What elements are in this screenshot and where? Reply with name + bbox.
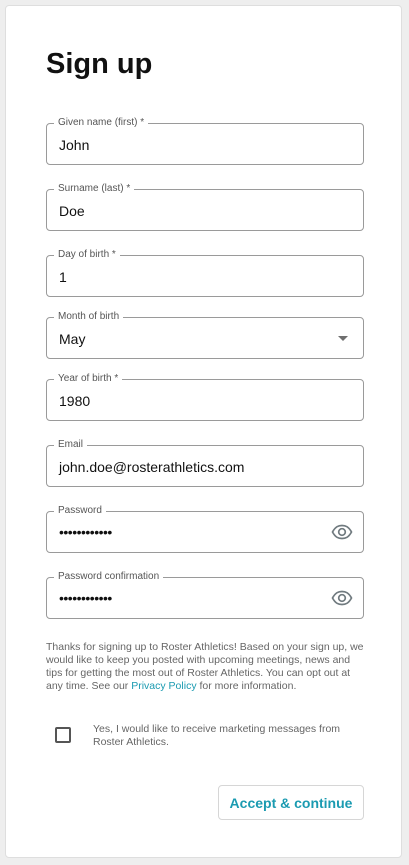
surname-field[interactable]: Surname (last) * Doe xyxy=(46,182,364,231)
month-of-birth-label: Month of birth xyxy=(54,310,124,324)
surname-label: Surname (last) * xyxy=(54,182,135,196)
password-confirmation-value: •••••••••••• xyxy=(59,590,112,606)
given-name-field[interactable]: Given name (first) * John xyxy=(46,116,364,165)
year-of-birth-value: 1980 xyxy=(59,393,91,409)
password-label: Password xyxy=(54,504,106,518)
privacy-policy-link[interactable]: Privacy Policy xyxy=(131,680,196,692)
privacy-notice: Thanks for signing up to Roster Athletic… xyxy=(46,641,366,693)
password-confirmation-label: Password confirmation xyxy=(54,570,164,584)
given-name-label: Given name (first) * xyxy=(54,116,149,130)
year-of-birth-field[interactable]: Year of birth * 1980 xyxy=(46,372,364,421)
notice-text-after: for more information. xyxy=(196,680,297,692)
password-value: •••••••••••• xyxy=(59,524,112,540)
password-field[interactable]: Password •••••••••••• xyxy=(46,504,364,553)
marketing-checkbox-label[interactable]: Yes, I would like to receive marketing m… xyxy=(93,723,363,749)
eye-icon[interactable] xyxy=(331,522,353,542)
marketing-checkbox[interactable] xyxy=(55,727,71,743)
surname-value: Doe xyxy=(59,203,85,219)
month-of-birth-select[interactable]: Month of birth May xyxy=(46,310,364,359)
day-of-birth-field[interactable]: Day of birth * 1 xyxy=(46,248,364,297)
signup-card: Sign up Given name (first) * John Surnam… xyxy=(5,5,402,858)
accept-continue-button[interactable]: Accept & continue xyxy=(218,785,364,820)
email-label: Email xyxy=(54,438,88,452)
day-of-birth-label: Day of birth * xyxy=(54,248,120,262)
email-field[interactable]: Email john.doe@rosterathletics.com xyxy=(46,438,364,487)
given-name-value: John xyxy=(59,137,90,153)
year-of-birth-label: Year of birth * xyxy=(54,372,123,386)
password-confirmation-field[interactable]: Password confirmation •••••••••••• xyxy=(46,570,364,619)
eye-icon[interactable] xyxy=(331,588,353,608)
chevron-down-icon[interactable] xyxy=(338,336,348,341)
month-of-birth-value: May xyxy=(59,331,86,347)
page-title: Sign up xyxy=(46,48,153,80)
day-of-birth-value: 1 xyxy=(59,269,67,285)
email-value: john.doe@rosterathletics.com xyxy=(59,459,245,475)
